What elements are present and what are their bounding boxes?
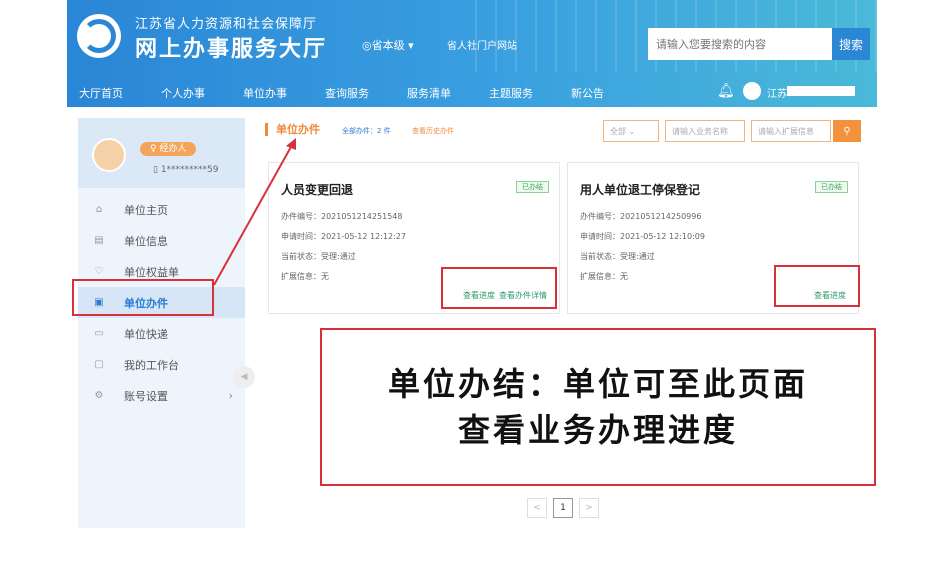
case-status: 当前状态：受理:通过 xyxy=(580,252,655,261)
nav-item-personal[interactable]: 个人办事 xyxy=(161,85,205,101)
search-button[interactable]: 搜索 xyxy=(832,28,870,60)
header: 江苏省人力资源和社会保障厅 网上办事服务大厅 ◎省本级 ▾ 省人社门户网站 搜索… xyxy=(67,0,877,107)
section-title-bar xyxy=(265,122,268,136)
case-apply-time: 申请时间：2021-05-12 12:12:27 xyxy=(281,232,406,241)
status-badge: 已办结 xyxy=(815,181,848,193)
case-title: 用人单位退工停保登记 xyxy=(580,183,701,197)
highlight-box-card-links xyxy=(441,267,557,309)
biz-name-input[interactable]: 请输入业务名称 xyxy=(665,120,745,142)
case-title: 人员变更回退 xyxy=(281,183,354,197)
home-icon: ⌂ xyxy=(95,204,103,215)
collapse-sidebar-button[interactable]: ◀ xyxy=(233,366,255,388)
nav-item-query[interactable]: 查询服务 xyxy=(325,85,369,101)
nav-item-unit[interactable]: 单位办事 xyxy=(243,85,287,101)
sidebar-item-workbench[interactable]: ▢ 我的工作台 xyxy=(78,349,245,380)
annotation-line-1: 单位办结：单位可至此页面 xyxy=(387,365,808,403)
sidebar-item-label: 单位信息 xyxy=(124,234,168,248)
sidebar: ♀ 经办人 ▯ 1*********59 ⌂ 单位主页 ▤ 单位信息 ♡ 单位权益单 … xyxy=(78,118,245,528)
org-name: 江苏省人力资源和社会保障厅 xyxy=(135,17,318,32)
avatar[interactable] xyxy=(743,82,761,100)
sidebar-item-unit-home[interactable]: ⌂ 单位主页 xyxy=(78,194,245,225)
sidebar-item-unit-express[interactable]: ▭ 单位快递 xyxy=(78,318,245,349)
sidebar-item-unit-info[interactable]: ▤ 单位信息 xyxy=(78,225,245,256)
annotation-line-2: 查看业务办理进度 xyxy=(457,411,738,449)
case-status: 当前状态：受理:通过 xyxy=(281,252,356,261)
highlight-box-card2-links xyxy=(774,265,860,307)
sidebar-item-label: 我的工作台 xyxy=(124,358,179,372)
next-page-button[interactable]: > xyxy=(579,498,599,518)
section-title: 单位办件 xyxy=(265,121,320,137)
logo[interactable] xyxy=(77,14,121,58)
status-filter-select[interactable]: 全部 ⌄ xyxy=(603,120,659,142)
nav-item-notice[interactable]: 新公告 xyxy=(571,85,604,101)
bell-icon[interactable]: 🔔︎ xyxy=(717,83,735,99)
page: 江苏省人力资源和社会保障厅 网上办事服务大厅 ◎省本级 ▾ 省人社门户网站 搜索… xyxy=(0,0,927,569)
nav-item-theme[interactable]: 主题服务 xyxy=(489,85,533,101)
portal-link[interactable]: 省人社门户网站 xyxy=(447,37,517,52)
search-input[interactable] xyxy=(648,28,832,60)
sidebar-item-label: 账号设置 xyxy=(124,389,168,403)
highlight-box-sidebar xyxy=(72,279,214,316)
nav-item-service-list[interactable]: 服务清单 xyxy=(407,85,451,101)
role-badge: ♀ 经办人 xyxy=(140,142,197,156)
shield-icon: ♡ xyxy=(94,266,104,277)
profile-avatar xyxy=(92,138,126,172)
case-number: 办件编号：2021051214251548 xyxy=(281,212,403,221)
region-selector[interactable]: ◎省本级 ▾ xyxy=(362,37,414,53)
all-cases-count[interactable]: 全部办件：2 件 xyxy=(342,126,391,136)
logo-icon xyxy=(82,19,116,53)
search-icon[interactable]: ⚲ xyxy=(833,120,861,142)
sidebar-item-label: 单位权益单 xyxy=(124,265,179,279)
page-button-current[interactable]: 1 xyxy=(553,498,573,518)
profile-card: ♀ 经办人 ▯ 1*********59 xyxy=(78,118,245,188)
sidebar-item-label: 单位主页 xyxy=(124,203,168,217)
phone-number: ▯ 1*********59 xyxy=(153,165,219,175)
sidebar-item-account-settings[interactable]: ⚙ 账号设置 › xyxy=(78,380,245,411)
chevron-right-icon: › xyxy=(228,389,233,402)
case-apply-time: 申请时间：2021-05-12 12:10:09 xyxy=(580,232,705,241)
info-icon: ▤ xyxy=(94,235,104,246)
settings-icon: ⚙ xyxy=(94,390,104,401)
express-icon: ▭ xyxy=(94,328,104,339)
history-cases-link[interactable]: 查看历史办件 xyxy=(412,126,454,136)
section-title-text: 单位办件 xyxy=(276,123,320,136)
annotation-callout: 单位办结：单位可至此页面 查看业务办理进度 xyxy=(320,328,876,486)
workbench-icon: ▢ xyxy=(94,359,104,370)
user-name[interactable]: 江苏 xyxy=(767,85,787,100)
status-badge: 已办结 xyxy=(516,181,549,193)
user-name-mask xyxy=(787,86,855,96)
case-ext-info: 扩展信息：无 xyxy=(580,272,628,281)
nav-item-home[interactable]: 大厅首页 xyxy=(79,85,123,101)
sidebar-item-label: 单位快递 xyxy=(124,327,168,341)
hall-name: 网上办事服务大厅 xyxy=(135,37,328,62)
pagination: < 1 > xyxy=(527,498,605,518)
case-number: 办件编号：2021051214250996 xyxy=(580,212,702,221)
phone-value: 1*********59 xyxy=(160,165,219,175)
ext-info-input[interactable]: 请输入扩展信息 xyxy=(751,120,831,142)
prev-page-button[interactable]: < xyxy=(527,498,547,518)
case-ext-info: 扩展信息：无 xyxy=(281,272,329,281)
